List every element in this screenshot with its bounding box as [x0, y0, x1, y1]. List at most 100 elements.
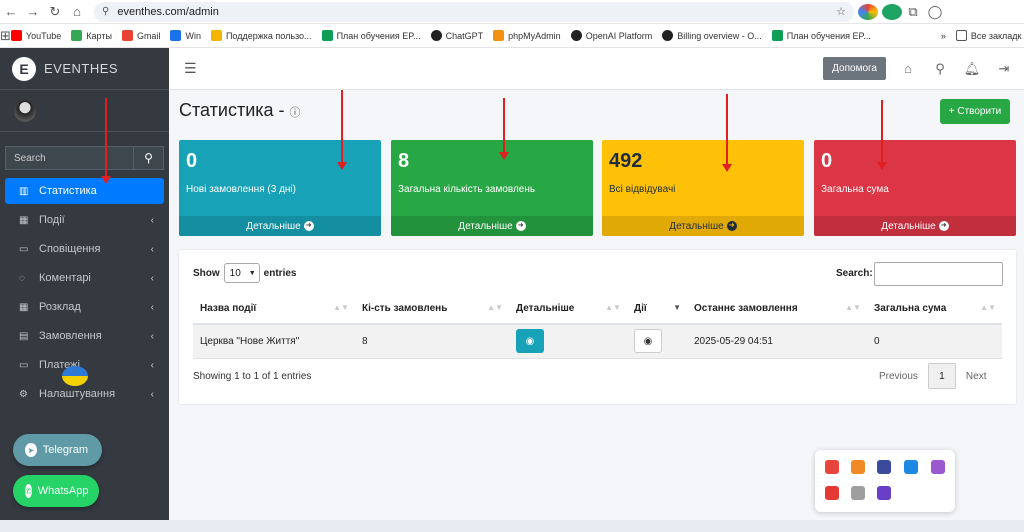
extension-icon[interactable] [931, 460, 945, 474]
extension-icon[interactable] [904, 460, 918, 474]
telegram-button[interactable]: ➤ Telegram [13, 434, 102, 466]
stat-card-total-sum: 0 Загальна сума Детальніше ➜ [814, 140, 1016, 236]
stat-label: Нові замовлення (3 дні) [186, 184, 296, 195]
address-bar[interactable]: ⚲ eventhes.com/admin ☆ [94, 1, 854, 22]
avatar[interactable] [14, 99, 36, 122]
table-search-input[interactable] [874, 262, 1003, 286]
support-icon [210, 30, 222, 41]
stat-value: 0 [186, 150, 198, 172]
maps-icon [71, 30, 83, 41]
bookmark-item[interactable]: Карты [71, 30, 112, 41]
view-details-button[interactable]: ◉ [516, 329, 544, 354]
bookmark-star-icon[interactable]: ☆ [836, 5, 846, 18]
more-info-link[interactable]: Детальніше ➜ [391, 216, 593, 236]
home-icon[interactable]: ⌂ [66, 4, 88, 19]
eye-icon: ◉ [643, 335, 653, 347]
extension-icon[interactable] [851, 460, 865, 474]
annotation-arrow [337, 90, 347, 170]
details-cell: ◉ [509, 324, 627, 359]
help-circle-icon[interactable]: ⓘ [290, 107, 301, 119]
extension-icon[interactable] [858, 3, 878, 20]
extension-icon[interactable] [851, 486, 865, 500]
search-icon[interactable]: ⚲ [924, 61, 956, 77]
profile-icon[interactable]: ◯ [924, 4, 946, 20]
table-info: Showing 1 to 1 of 1 entries [193, 371, 312, 382]
menu-toggle-icon[interactable]: ☰ [184, 60, 197, 77]
brand-link[interactable]: E EVENTHES [0, 48, 169, 90]
more-info-link[interactable]: Детальніше ➜ [814, 216, 1016, 236]
bookmark-item[interactable]: План обучения EP... [321, 30, 421, 41]
sidebar-item-settings[interactable]: ⚙ Налаштування ‹ [5, 381, 164, 407]
extensions-puzzle-icon[interactable]: ⧉ [902, 4, 924, 20]
sidebar-item-schedule[interactable]: ▦ Розклад ‹ [5, 294, 164, 320]
bookmark-item[interactable]: Billing overview - O... [662, 30, 762, 41]
previous-page-button[interactable]: Previous [869, 371, 928, 382]
sidebar-search-input[interactable]: Search [5, 146, 134, 170]
openai-icon [570, 30, 582, 41]
column-header[interactable]: Дії ▼ [627, 294, 687, 325]
bookmark-item[interactable]: Gmail [121, 30, 160, 41]
next-page-button[interactable]: Next [956, 371, 997, 382]
apps-grid-icon[interactable]: ⊞ [0, 28, 11, 44]
event-name-cell: Церква "Нове Життя" [193, 324, 355, 359]
schedule-icon: ▦ [19, 301, 29, 313]
entries-select[interactable]: 10 ▼ [223, 263, 260, 283]
bookmark-item[interactable]: План обучения EP... [771, 30, 871, 41]
os-taskbar [0, 520, 1024, 532]
stat-value: 8 [398, 150, 410, 172]
extension-icon[interactable] [882, 3, 902, 20]
search-button[interactable]: ⚲ [134, 146, 164, 170]
win-icon [170, 30, 182, 41]
extension-icon[interactable] [877, 486, 891, 500]
home-icon[interactable]: ⌂ [892, 61, 924, 76]
column-header[interactable]: Загальна сума ▲▼ [867, 294, 1002, 325]
sidebar-item-statistics[interactable]: ▥ Статистика [5, 178, 164, 204]
column-header[interactable]: Останнє замовлення ▲▼ [687, 294, 867, 325]
whatsapp-button[interactable]: ✆ WhatsApp [13, 475, 99, 507]
extension-icon[interactable] [825, 486, 839, 500]
column-header[interactable]: Детальніше ▲▼ [509, 294, 627, 325]
events-table-panel: Show 10 ▼ entries Search: Назва події ▲▼ К… [179, 250, 1016, 404]
extension-icon[interactable] [877, 460, 891, 474]
actions-cell: ◉ [627, 324, 687, 359]
sidebar-item-comments[interactable]: ◌ Коментарі ‹ [5, 265, 164, 291]
bookmark-item[interactable]: Поддержка пользо... [210, 30, 312, 41]
back-icon[interactable]: ← [0, 4, 22, 19]
bookmark-item[interactable]: OpenAI Platform [570, 30, 652, 41]
column-header[interactable]: Кі-сть замовлень ▲▼ [355, 294, 509, 325]
reload-icon[interactable]: ↻ [44, 4, 66, 20]
logout-icon[interactable]: ⇥ [988, 61, 1020, 77]
arrow-right-circle-icon: ➜ [938, 221, 949, 231]
bell-icon[interactable]: 🔔︎ [956, 61, 988, 77]
sidebar-item-notifications[interactable]: ▭ Сповіщення ‹ [5, 236, 164, 262]
bookmark-item[interactable]: Win [170, 30, 201, 41]
view-action-button[interactable]: ◉ [634, 329, 662, 354]
all-bookmarks-folder[interactable]: Все закладк [955, 30, 1021, 41]
chevron-down-icon: ▼ [248, 269, 256, 277]
stat-card-total-orders: 8 Загальна кількість замовлень Детальніш… [391, 140, 593, 236]
sort-icon: ▲▼ [333, 303, 349, 312]
chevron-left-icon: ‹ [150, 330, 154, 342]
sort-desc-icon: ▼ [673, 303, 681, 312]
extension-icon[interactable] [825, 460, 839, 474]
more-info-link[interactable]: Детальніше ➜ [602, 216, 804, 236]
page-button-current[interactable]: 1 [927, 363, 956, 389]
pagination: Previous 1 Next [869, 363, 996, 389]
total-sum-cell: 0 [867, 324, 1002, 359]
orders-icon: ▤ [19, 330, 29, 342]
sidebar-item-events[interactable]: ▦ Події ‹ [5, 207, 164, 233]
bookmark-item[interactable]: phpMyAdmin [493, 30, 561, 41]
site-info-icon[interactable]: ⚲ [102, 6, 109, 17]
create-button[interactable]: + Створити [940, 99, 1010, 124]
more-bookmarks-button[interactable]: » [941, 31, 946, 41]
sidebar-item-orders[interactable]: ▤ Замовлення ‹ [5, 323, 164, 349]
forward-icon[interactable]: → [22, 4, 44, 19]
help-button[interactable]: Допомога [823, 57, 886, 80]
settings-icon: ⚙ [19, 388, 28, 400]
bookmark-item[interactable]: ChatGPT [430, 30, 483, 41]
sort-icon: ▲▼ [845, 303, 861, 312]
column-header[interactable]: Назва події ▲▼ [193, 294, 355, 325]
more-info-link[interactable]: Детальніше ➜ [179, 216, 381, 236]
message-icon: ▭ [19, 243, 29, 255]
bookmark-item[interactable]: YouTube [10, 30, 61, 41]
